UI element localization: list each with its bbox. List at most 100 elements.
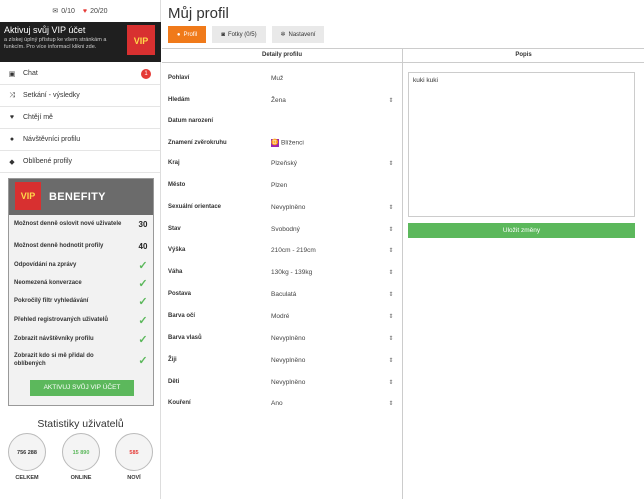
check-icon: ✓: [138, 278, 148, 290]
field-label: Stav: [168, 226, 181, 232]
benefits-box: VIP BENEFITY Možnost denně oslovit nové …: [8, 178, 154, 406]
sidebar-item-setkani[interactable]: ⤨ Setkání - výsledky: [0, 85, 160, 107]
benefit-row: Možnost denně oslovit nové uživatele 30: [14, 220, 148, 229]
select-arrows-icon: ⇕: [388, 291, 394, 298]
stat-online-label: ONLINE: [70, 475, 92, 481]
field-value: Muž: [271, 74, 284, 82]
field-label: Datum narození: [168, 118, 214, 124]
field-row[interactable]: Děti Nevyplněno ⇕: [168, 375, 394, 389]
select-arrows-icon: ⇕: [388, 269, 394, 276]
heart-icon: ♥: [9, 114, 15, 121]
select-arrows-icon: ⇕: [388, 313, 394, 320]
check-icon: ✓: [138, 354, 148, 367]
field-value: Plzen: [271, 181, 288, 189]
field-label: Postava: [168, 291, 192, 297]
field-row[interactable]: Barva vlasů Nevyplněno ⇕: [168, 331, 394, 345]
select-arrows-icon: ⇕: [388, 160, 394, 167]
messages-counter[interactable]: ✉ 0/10: [52, 7, 75, 16]
field-row: Město Plzen: [168, 178, 394, 192]
field-select[interactable]: Nevyplněno: [271, 204, 388, 211]
field-select[interactable]: Nevyplněno: [271, 357, 388, 364]
heart-icon: ♥: [82, 7, 88, 15]
chat-badge: 1: [141, 69, 151, 79]
sidebar-item-chteji-me[interactable]: ♥ Chtějí mě: [0, 107, 160, 129]
field-select[interactable]: Ano: [271, 400, 388, 407]
stat-total-circle: 756 288: [8, 433, 46, 471]
field-value: ♊ Blíženci: [271, 139, 304, 147]
details-header: Detaily profilu: [162, 48, 402, 63]
gemini-icon: ♊: [271, 139, 279, 147]
tab-fotky[interactable]: ◙ Fotky (0/5): [212, 26, 266, 43]
user-icon: ●: [9, 136, 15, 143]
field-label: Výška: [168, 247, 186, 253]
select-arrows-icon: ⇕: [388, 226, 394, 233]
gear-icon: ✲: [280, 32, 286, 38]
check-icon: ✓: [138, 334, 148, 346]
benefit-row: Zobrazit návštěvníky profilu ✓: [14, 334, 150, 346]
field-select[interactable]: 130kg - 139kg: [271, 269, 388, 276]
field-label: Žiji: [168, 357, 177, 363]
page-title: Můj profil: [168, 5, 229, 22]
field-row[interactable]: Kouření Ano ⇕: [168, 396, 394, 410]
user-icon: ●: [176, 31, 181, 38]
check-icon: ✓: [138, 260, 148, 272]
field-label: Kraj: [168, 160, 180, 166]
field-label: Znamení zvěrokruhu: [168, 140, 227, 146]
sidebar-item-oblibene[interactable]: ◆ Oblíbené profily: [0, 151, 160, 173]
thumbs-up-icon: ◆: [9, 158, 15, 166]
column-divider: [402, 48, 403, 499]
field-select[interactable]: Nevyplněno: [271, 335, 388, 342]
sidebar-item-chat[interactable]: ▣ Chat 1: [0, 63, 160, 85]
benefits-title: BENEFITY: [49, 191, 106, 203]
field-label: Barva vlasů: [168, 335, 202, 341]
activate-vip-button[interactable]: AKTIVUJ SVŮJ VIP ÚČET: [30, 380, 134, 396]
vip-banner-subtitle: a získej úplný přístup ke všem stránkám …: [4, 37, 107, 50]
select-arrows-icon: ⇕: [388, 204, 394, 211]
field-row[interactable]: Výška 210cm - 219cm ⇕: [168, 243, 394, 257]
field-label: Děti: [168, 379, 180, 385]
field-row: Pohlaví Muž: [168, 71, 394, 85]
field-select[interactable]: Žena: [271, 97, 388, 104]
benefit-row: Zobrazit kdo si mě přidal do oblíbených ✓: [14, 353, 150, 369]
stat-new-circle: 585: [115, 433, 153, 471]
field-label: Sexuální orientace: [168, 204, 222, 210]
tab-nastaveni[interactable]: ✲ Nastavení: [272, 26, 324, 43]
field-row: Datum narození: [168, 114, 394, 128]
stat-total-label: CELKEM: [15, 475, 39, 481]
field-row[interactable]: Postava Baculatá ⇕: [168, 287, 394, 301]
field-row[interactable]: Váha 130kg - 139kg ⇕: [168, 265, 394, 279]
stat-new-label: NOVÍ: [127, 475, 141, 481]
benefit-row: Možnost denně hodnotit profily 40: [14, 242, 148, 251]
popis-textarea[interactable]: kuki kuki: [408, 72, 635, 217]
field-label: Kouření: [168, 400, 191, 406]
field-select[interactable]: Modré: [271, 313, 388, 320]
field-select[interactable]: Svobodný: [271, 226, 388, 233]
field-select[interactable]: Nevyplněno: [271, 379, 388, 386]
field-select[interactable]: 210cm - 219cm: [271, 247, 388, 254]
field-select[interactable]: Baculatá: [271, 291, 388, 298]
save-button[interactable]: Uložit změny: [408, 223, 635, 238]
field-row[interactable]: Žiji Nevyplněno ⇕: [168, 353, 394, 367]
sidebar-menu: ▣ Chat 1 ⤨ Setkání - výsledky ♥ Chtějí m…: [0, 63, 160, 173]
field-row: Znamení zvěrokruhu ♊ Blíženci: [168, 136, 394, 150]
likes-counter[interactable]: ♥ 20/20: [83, 8, 108, 15]
select-arrows-icon: ⇕: [388, 379, 394, 386]
shuffle-icon: ⤨: [9, 91, 15, 99]
field-label: Váha: [168, 269, 183, 275]
field-label: Barva očí: [168, 313, 196, 319]
sidebar-item-navstevnici[interactable]: ● Návštěvníci profilu: [0, 129, 160, 151]
benefit-row: Neomezená konverzace ✓: [14, 278, 150, 290]
field-row[interactable]: Sexuální orientace Nevyplněno ⇕: [168, 200, 394, 214]
vip-banner[interactable]: Aktivuj svůj VIP účet a získej úplný pří…: [0, 22, 161, 62]
field-row[interactable]: Kraj Plzeňský ⇕: [168, 156, 394, 170]
sidebar: ✉ 0/10 ♥ 20/20 Aktivuj svůj VIP účet a zís…: [0, 0, 161, 499]
field-label: Pohlaví: [168, 75, 190, 81]
select-arrows-icon: ⇕: [388, 357, 394, 364]
field-label: Město: [168, 182, 186, 188]
field-row[interactable]: Hledám Žena ⇕: [168, 93, 394, 107]
field-row[interactable]: Stav Svobodný ⇕: [168, 222, 394, 236]
top-counters: ✉ 0/10 ♥ 20/20: [0, 0, 160, 22]
field-row[interactable]: Barva očí Modré ⇕: [168, 309, 394, 323]
field-select[interactable]: Plzeňský: [271, 160, 388, 167]
tab-profil[interactable]: ● Profil: [168, 26, 206, 43]
